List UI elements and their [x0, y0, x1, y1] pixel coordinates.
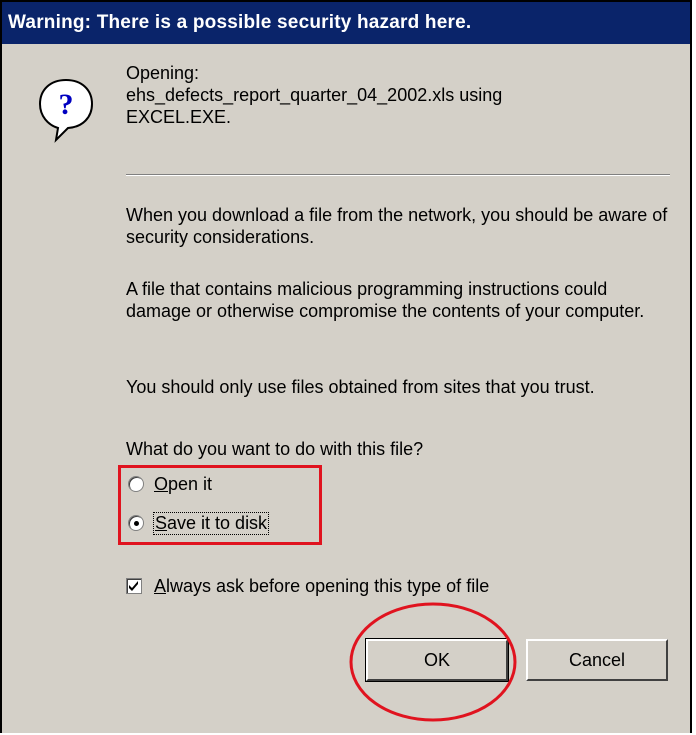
- checkmark-icon: [129, 581, 138, 591]
- security-paragraph-2: A file that contains malicious programmi…: [126, 279, 645, 321]
- program-name: EXCEL.EXE.: [126, 107, 232, 127]
- always-ask-option[interactable]: Always ask before opening this type of f…: [126, 573, 489, 599]
- always-ask-label: Always ask before opening this type of f…: [154, 575, 490, 596]
- security-paragraph-1: When you download a file from the networ…: [126, 205, 668, 247]
- opening-label: Opening:: [126, 63, 200, 83]
- ok-highlight-circle: [349, 602, 517, 722]
- svg-text:?: ?: [59, 88, 74, 121]
- cancel-button[interactable]: Cancel: [526, 639, 668, 681]
- opening-info: Opening: ehs_defects_report_quarter_04_2…: [126, 62, 666, 128]
- options-highlight-box: [118, 465, 322, 545]
- dialog-title: Warning: There is a possible security ha…: [2, 2, 690, 44]
- security-paragraph-3: You should only use files obtained from …: [126, 377, 595, 397]
- file-name-line: ehs_defects_report_quarter_04_2002.xls u…: [126, 85, 503, 105]
- question-icon: ?: [38, 78, 94, 143]
- divider: [126, 174, 670, 176]
- security-warning-dialog: Warning: There is a possible security ha…: [0, 0, 692, 733]
- file-action-question: What do you want to do with this file?: [126, 439, 424, 459]
- always-ask-checkbox[interactable]: [126, 578, 142, 594]
